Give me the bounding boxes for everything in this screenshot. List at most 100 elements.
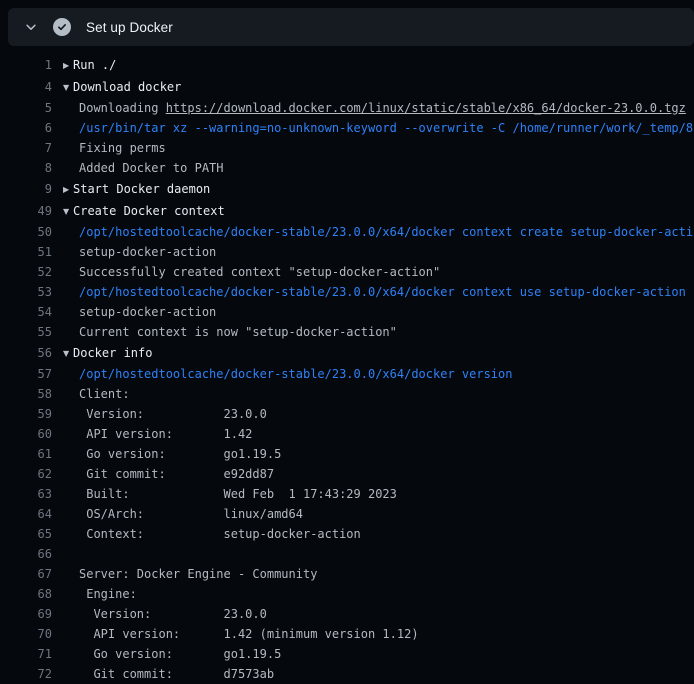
line-number[interactable]: 59 <box>0 404 52 424</box>
group-collapsed-icon: ▶ <box>63 55 73 76</box>
group-collapsed-icon: ▶ <box>63 179 73 200</box>
log-line: 59 Version: 23.0.0 <box>0 404 694 424</box>
group-expanded-icon: ▼ <box>63 77 73 98</box>
line-number[interactable]: 51 <box>0 242 52 262</box>
log-text: Built: Wed Feb 1 17:43:29 2023 <box>52 484 694 504</box>
line-number[interactable]: 60 <box>0 424 52 444</box>
line-number[interactable]: 1 <box>0 54 52 76</box>
log-group-row[interactable]: 56▼Docker info <box>0 342 694 364</box>
log-text: setup-docker-action <box>52 242 694 262</box>
log-line: 72 Git commit: d7573ab <box>0 664 694 684</box>
log-text: Client: <box>52 384 694 404</box>
line-number[interactable]: 63 <box>0 484 52 504</box>
group-title: Start Docker daemon <box>73 182 210 196</box>
group-row-content: ▶Start Docker daemon <box>52 178 694 200</box>
line-number[interactable]: 71 <box>0 644 52 664</box>
log-group-row[interactable]: 1▶Run ./ <box>0 54 694 76</box>
log-group-row[interactable]: 9▶Start Docker daemon <box>0 178 694 200</box>
group-row-content: ▼Create Docker context <box>52 200 694 222</box>
line-number[interactable]: 66 <box>0 544 52 564</box>
line-number[interactable]: 67 <box>0 564 52 584</box>
log-line: 70 API version: 1.42 (minimum version 1.… <box>0 624 694 644</box>
log-text: Added Docker to PATH <box>52 158 694 178</box>
line-number[interactable]: 9 <box>0 178 52 200</box>
line-number[interactable]: 7 <box>0 138 52 158</box>
line-number[interactable]: 69 <box>0 604 52 624</box>
line-number[interactable]: 6 <box>0 118 52 138</box>
line-number[interactable]: 5 <box>0 98 52 118</box>
log-line: 51setup-docker-action <box>0 242 694 262</box>
line-number[interactable]: 57 <box>0 364 52 384</box>
line-number[interactable]: 64 <box>0 504 52 524</box>
log-text: Current context is now "setup-docker-act… <box>52 322 694 342</box>
log-text: Downloading https://download.docker.com/… <box>52 98 694 118</box>
group-row-content: ▼Docker info <box>52 342 694 364</box>
log-text <box>52 544 694 564</box>
log-text: setup-docker-action <box>52 302 694 322</box>
line-number[interactable]: 54 <box>0 302 52 322</box>
line-number[interactable]: 65 <box>0 524 52 544</box>
group-row-content: ▼Download docker <box>52 76 694 98</box>
log-line: 60 API version: 1.42 <box>0 424 694 444</box>
line-number[interactable]: 49 <box>0 200 52 222</box>
group-title: Create Docker context <box>73 204 225 218</box>
line-number[interactable]: 53 <box>0 282 52 302</box>
log-line: 55Current context is now "setup-docker-a… <box>0 322 694 342</box>
log-lines: 1▶Run ./4▼Download docker5Downloading ht… <box>0 46 694 683</box>
step-title: Set up Docker <box>86 20 173 35</box>
log-text: Server: Docker Engine - Community <box>52 564 694 584</box>
log-line: 67Server: Docker Engine - Community <box>0 564 694 584</box>
log-line: 6/usr/bin/tar xz --warning=no-unknown-ke… <box>0 118 694 138</box>
log-line: 52Successfully created context "setup-do… <box>0 262 694 282</box>
log-text: API version: 1.42 (minimum version 1.12) <box>52 624 694 644</box>
line-number[interactable]: 58 <box>0 384 52 404</box>
group-expanded-icon: ▼ <box>63 343 73 364</box>
log-text: Git commit: e92dd87 <box>52 464 694 484</box>
step-header[interactable]: Set up Docker <box>8 8 694 46</box>
line-number[interactable]: 68 <box>0 584 52 604</box>
line-number[interactable]: 72 <box>0 664 52 684</box>
log-line: 68 Engine: <box>0 584 694 604</box>
log-group-row[interactable]: 4▼Download docker <box>0 76 694 98</box>
check-circle-icon <box>53 18 71 36</box>
log-line: 57/opt/hostedtoolcache/docker-stable/23.… <box>0 364 694 384</box>
line-number[interactable]: 62 <box>0 464 52 484</box>
log-command-text: /usr/bin/tar xz --warning=no-unknown-key… <box>52 118 694 138</box>
group-title: Download docker <box>73 80 181 94</box>
log-line: 54setup-docker-action <box>0 302 694 322</box>
log-line: 5Downloading https://download.docker.com… <box>0 98 694 118</box>
log-line: 71 Go version: go1.19.5 <box>0 644 694 664</box>
log-text: Version: 23.0.0 <box>52 404 694 424</box>
log-text: Fixing perms <box>52 138 694 158</box>
line-number[interactable]: 52 <box>0 262 52 282</box>
log-text: API version: 1.42 <box>52 424 694 444</box>
log-group-row[interactable]: 49▼Create Docker context <box>0 200 694 222</box>
log-text-prefix: Downloading <box>79 101 166 115</box>
log-command-text: /opt/hostedtoolcache/docker-stable/23.0.… <box>52 222 694 242</box>
group-row-content: ▶Run ./ <box>52 54 694 76</box>
line-number[interactable]: 61 <box>0 444 52 464</box>
group-title: Docker info <box>73 346 152 360</box>
line-number[interactable]: 55 <box>0 322 52 342</box>
chevron-down-icon[interactable] <box>24 20 38 34</box>
log-url-link[interactable]: https://download.docker.com/linux/static… <box>166 101 686 115</box>
line-number[interactable]: 70 <box>0 624 52 644</box>
log-text: Go version: go1.19.5 <box>52 444 694 464</box>
line-number[interactable]: 8 <box>0 158 52 178</box>
group-expanded-icon: ▼ <box>63 201 73 222</box>
log-line: 66 <box>0 544 694 564</box>
log-line: 61 Go version: go1.19.5 <box>0 444 694 464</box>
line-number[interactable]: 4 <box>0 76 52 98</box>
line-number[interactable]: 50 <box>0 222 52 242</box>
log-line: 53/opt/hostedtoolcache/docker-stable/23.… <box>0 282 694 302</box>
log-line: 62 Git commit: e92dd87 <box>0 464 694 484</box>
log-text: Git commit: d7573ab <box>52 664 694 684</box>
log-command-text: /opt/hostedtoolcache/docker-stable/23.0.… <box>52 282 694 302</box>
log-text: Version: 23.0.0 <box>52 604 694 624</box>
log-line: 63 Built: Wed Feb 1 17:43:29 2023 <box>0 484 694 504</box>
line-number[interactable]: 56 <box>0 342 52 364</box>
actions-log-page: { "header": { "title": "Set up Docker", … <box>0 0 694 683</box>
log-text: Successfully created context "setup-dock… <box>52 262 694 282</box>
log-text: OS/Arch: linux/amd64 <box>52 504 694 524</box>
log-line: 69 Version: 23.0.0 <box>0 604 694 624</box>
